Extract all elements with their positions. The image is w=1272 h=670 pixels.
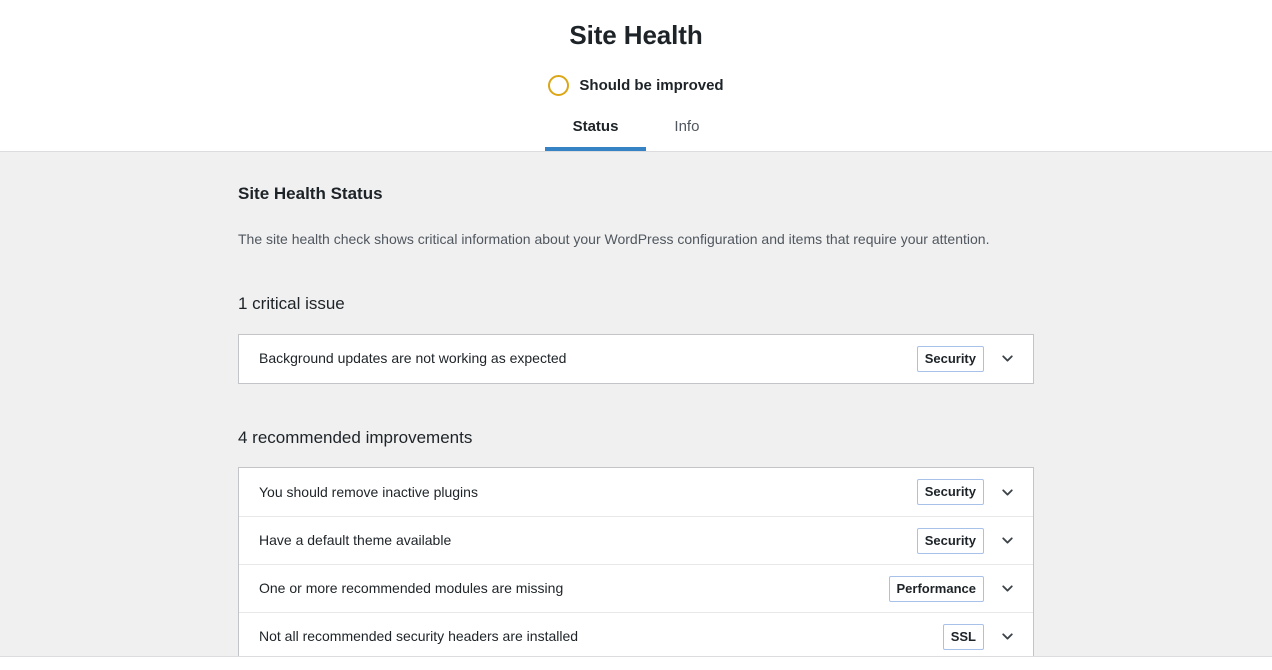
status-badge: Performance [889, 576, 984, 602]
issue-label: One or more recommended modules are miss… [259, 579, 889, 599]
issue-label: Background updates are not working as ex… [259, 349, 917, 369]
site-health-header: Site Health Should be improved Status In… [0, 0, 1272, 152]
status-badge: Security [917, 528, 984, 554]
critical-issues-list: Background updates are not working as ex… [238, 334, 1034, 384]
list-item[interactable]: Background updates are not working as ex… [239, 335, 1033, 383]
section-title: Site Health Status [238, 152, 1034, 206]
page-title: Site Health [0, 4, 1272, 51]
chevron-down-icon[interactable] [994, 346, 1020, 372]
list-item[interactable]: You should remove inactive plugins Secur… [239, 468, 1033, 516]
chevron-down-icon[interactable] [994, 479, 1020, 505]
tab-info[interactable]: Info [646, 106, 727, 151]
recommended-improvements-heading: 4 recommended improvements [238, 384, 1034, 450]
issue-meta: SSL [943, 624, 1020, 650]
issue-label: Not all recommended security headers are… [259, 627, 943, 647]
section-description: The site health check shows critical inf… [238, 206, 1034, 250]
status-badge: Security [917, 346, 984, 372]
issue-meta: Security [917, 528, 1020, 554]
site-health-tabs: Status Info [0, 106, 1272, 151]
list-item[interactable]: One or more recommended modules are miss… [239, 564, 1033, 612]
issue-meta: Security [917, 479, 1020, 505]
main-content: Site Health Status The site health check… [0, 152, 1272, 661]
chevron-down-icon[interactable] [994, 576, 1020, 602]
list-item[interactable]: Not all recommended security headers are… [239, 612, 1033, 660]
list-item[interactable]: Have a default theme available Security [239, 516, 1033, 564]
health-status-indicator: Should be improved [0, 75, 1272, 96]
issue-label: Have a default theme available [259, 531, 917, 551]
issue-meta: Security [917, 346, 1020, 372]
chevron-down-icon[interactable] [994, 528, 1020, 554]
critical-issues-heading: 1 critical issue [238, 250, 1034, 316]
recommended-improvements-list: You should remove inactive plugins Secur… [238, 467, 1034, 661]
chevron-down-icon[interactable] [994, 624, 1020, 650]
issue-meta: Performance [889, 576, 1020, 602]
health-status-label: Should be improved [579, 78, 723, 93]
tab-status[interactable]: Status [545, 106, 647, 151]
circle-outline-icon [548, 75, 569, 96]
status-badge: SSL [943, 624, 984, 650]
status-badge: Security [917, 479, 984, 505]
page-footer [0, 656, 1272, 670]
issue-label: You should remove inactive plugins [259, 483, 917, 503]
